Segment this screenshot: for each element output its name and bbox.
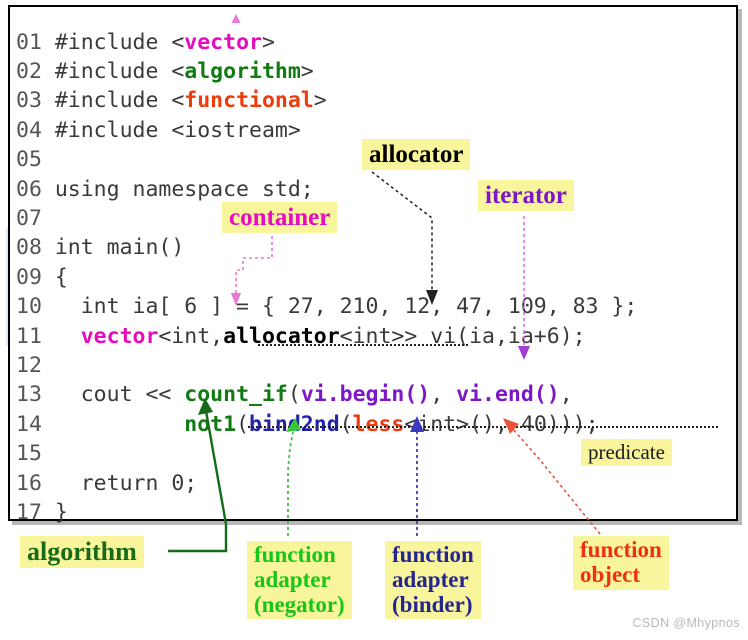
code-line: 09 { [16,265,68,290]
slide-root: 博览网 侯捷老师品质与 侯捷老师品质与授权 上侵权 01 #include <v… [0,0,748,640]
code-token: { [54,264,68,290]
code-token: < [171,29,185,55]
csdn-watermark: CSDN @Mhypnos [632,616,740,630]
code-token: #include [54,88,172,114]
code-line: 13 cout << count_if(vi.begin(), vi.end()… [16,382,573,407]
code-token: , [430,382,457,408]
line-number: 06 [16,176,55,202]
code-line: 04 #include <iostream> [16,118,301,143]
code-line: 08 int main() [16,235,184,260]
code-token: int ia[ 6 ] = { 27, 210, 12, 47, 109, 83… [54,294,638,320]
code-token: allocator [223,323,340,349]
line-number: 01 [16,29,55,55]
callout-algorithm: algorithm [20,536,144,569]
code-line: 15 [16,441,55,466]
code-token: cout << [54,382,185,408]
line-number: 12 [16,352,55,378]
callout-predicate: predicate [581,439,672,466]
code-line: 14 not1(bind2nd(less<int>(), 40))); [16,412,599,437]
code-line: 16 return 0; [16,471,197,496]
line-number: 13 [16,382,55,408]
code-line: 05 [16,147,55,172]
code-line: 06 using namespace std; [16,177,314,202]
code-line: 07 [16,206,55,231]
line-number: 04 [16,117,55,143]
line-number: 09 [16,264,55,290]
code-token: int main() [54,235,185,261]
code-line: 17 } [16,500,68,525]
code-token: count_if [184,382,288,408]
line-number: 02 [16,58,55,84]
code-token: #include <iostream> [54,117,301,143]
code-listing: 01 #include <vector> 02 #include <algori… [16,28,637,528]
code-token: , [559,382,573,408]
code-token: <int>> vi(ia,ia+6); [339,323,586,349]
code-token: <int, [158,323,224,349]
line-number: 16 [16,470,55,496]
code-line: 02 #include <algorithm> [16,59,314,84]
code-token: functional [184,88,314,114]
code-line: 01 #include <vector> [16,30,275,55]
code-token: vector [80,323,159,349]
code-token: < [171,88,185,114]
code-line: 11 vector<int,allocator<int>> vi(ia,ia+6… [16,324,586,349]
line-number: 11 [16,323,55,349]
code-token: using namespace std; [54,176,314,202]
callout-function-adapter-negator: function adapter (negator) [247,541,352,620]
code-line: 03 #include <functional> [16,88,327,113]
code-token: > [313,88,327,114]
code-token: #include [54,29,172,55]
callout-function-adapter-binder: function adapter (binder) [385,541,481,620]
code-token: vector [184,29,262,55]
code-token: ( [236,411,250,437]
line-number: 07 [16,205,55,231]
code-token: not1 [184,411,237,437]
line-number: 15 [16,441,55,467]
code-token: > [261,29,275,55]
code-token: vi.end() [456,382,560,408]
code-token: vi.begin() [300,382,431,408]
code-token: less [352,411,405,437]
code-token: #include [54,58,172,84]
code-token: ( [339,411,353,437]
callout-allocator: allocator [362,139,471,170]
line-number: 03 [16,88,55,114]
code-token: bind2nd [249,411,340,437]
code-token: <int>(), 40))); [404,411,599,437]
callout-iterator: iterator [478,180,574,211]
code-line: 10 int ia[ 6 ] = { 27, 210, 12, 47, 109,… [16,294,637,319]
line-number: 14 [16,411,55,437]
code-line: 12 [16,353,55,378]
line-number: 10 [16,294,55,320]
code-token: } [54,500,68,525]
code-token: ( [287,382,301,408]
line-number: 08 [16,235,55,261]
line-number: 17 [16,500,55,525]
callout-container: container [222,202,338,233]
code-token: > [300,58,314,84]
code-token: < [171,58,185,84]
code-token: algorithm [184,58,301,84]
callout-function-object: function object [573,536,669,590]
code-token: return 0; [54,470,198,496]
line-number: 05 [16,147,55,173]
